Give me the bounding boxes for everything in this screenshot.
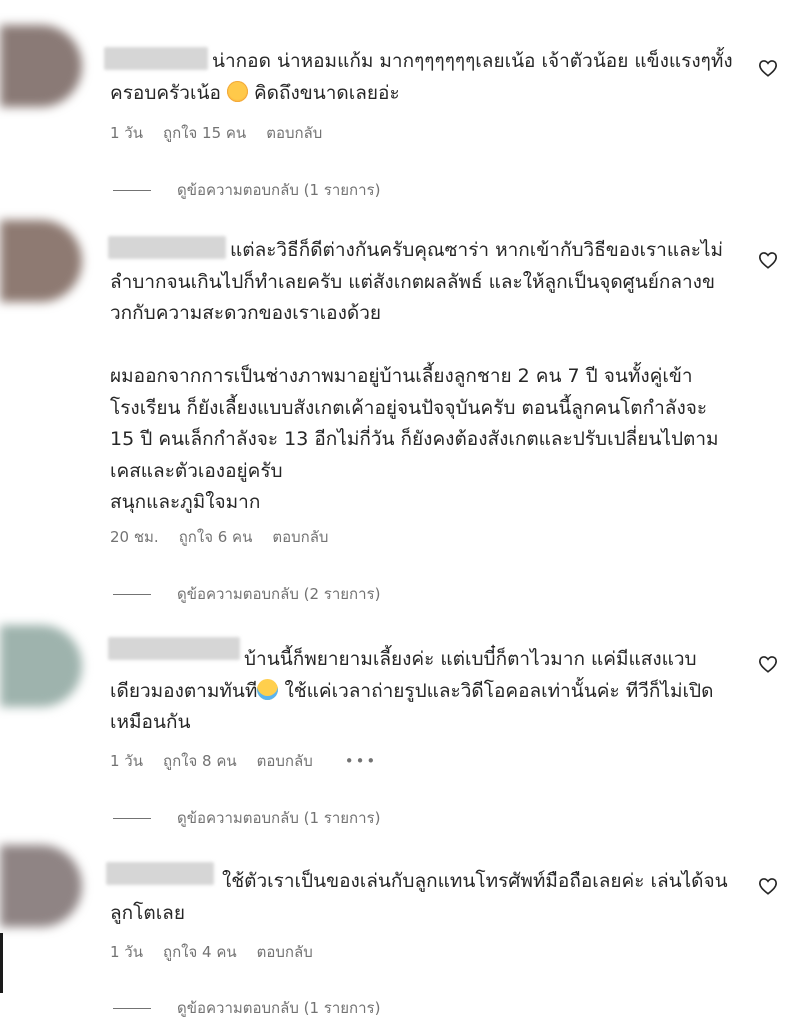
reply-button[interactable]: ตอบกลับ <box>272 528 328 546</box>
face-with-tears-of-joy-icon <box>257 678 279 700</box>
reply-button[interactable]: ตอบกลับ <box>257 752 313 770</box>
avatar[interactable] <box>0 25 82 107</box>
comment-text: บ้านนี้ก็พยายามเลี้ยงค่ะ แต่เบบี๋ก็ตาไวม… <box>110 648 714 733</box>
like-count[interactable]: ถูกใจ 6 คน <box>179 528 253 546</box>
comment-time: 1 วัน <box>110 752 143 770</box>
divider-line <box>113 1007 151 1009</box>
like-heart-icon[interactable] <box>758 877 778 895</box>
smiling-face-with-hearts-icon <box>226 80 248 102</box>
comment-meta: 1 วัน ถูกใจ 15 คน ตอบกลับ <box>110 121 342 145</box>
divider-line <box>113 593 151 595</box>
reply-button[interactable]: ตอบกลับ <box>266 124 322 142</box>
view-replies-button[interactable]: ดูข้อความตอบกลับ (1 รายการ) <box>113 996 380 1020</box>
reply-button[interactable]: ตอบกลับ <box>257 943 313 961</box>
comment-text: น่ากอด น่าหอมแก้ม มากๆๆๆๆๆๆเลยเน้อ เจ้าต… <box>110 50 733 104</box>
like-count[interactable]: ถูกใจ 8 คน <box>163 752 237 770</box>
like-heart-icon[interactable] <box>758 655 778 673</box>
comment-time: 1 วัน <box>110 124 143 142</box>
comment-text: ใช้ตัวเราเป็นของเล่นกับลูกแทนโทรศัพท์มือ… <box>110 870 728 924</box>
like-heart-icon[interactable] <box>758 251 778 269</box>
comment-time: 1 วัน <box>110 943 143 961</box>
comment-meta: 1 วัน ถูกใจ 4 คน ตอบกลับ <box>110 940 333 964</box>
like-heart-icon[interactable] <box>758 59 778 77</box>
comment-time: 20 ชม. <box>110 528 159 546</box>
more-options-icon[interactable]: ••• <box>345 752 378 770</box>
divider-line <box>113 189 151 191</box>
view-replies-button[interactable]: ดูข้อความตอบกลับ (2 รายการ) <box>113 582 380 606</box>
like-count[interactable]: ถูกใจ 15 คน <box>163 124 246 142</box>
view-replies-button[interactable]: ดูข้อความตอบกลับ (1 รายการ) <box>113 806 380 830</box>
avatar[interactable] <box>0 845 82 927</box>
like-count[interactable]: ถูกใจ 4 คน <box>163 943 237 961</box>
view-replies-button[interactable]: ดูข้อความตอบกลับ (1 รายการ) <box>113 178 380 202</box>
comment-text: แต่ละวิธีก็ดีต่างกันครับคุณซาร่า หากเข้า… <box>110 239 724 513</box>
avatar[interactable] <box>0 625 82 707</box>
divider-line <box>113 817 151 819</box>
avatar[interactable] <box>0 220 82 302</box>
comment-meta: 20 ชม. ถูกใจ 6 คน ตอบกลับ <box>110 525 348 549</box>
window-edge <box>0 933 3 993</box>
comment-meta: 1 วัน ถูกใจ 8 คน ตอบกลับ ••• <box>110 749 397 773</box>
